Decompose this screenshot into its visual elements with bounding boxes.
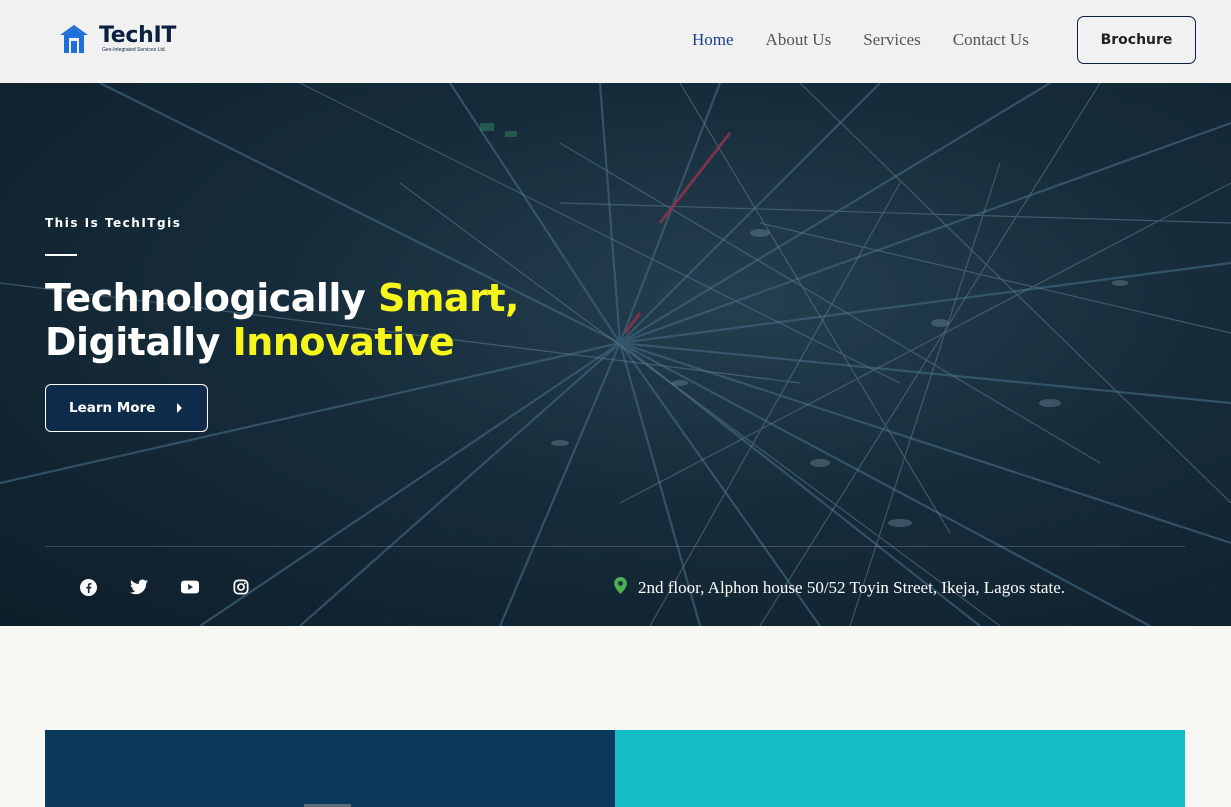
address-text: 2nd floor, Alphon house 50/52 Toyin Stre… bbox=[638, 578, 1066, 597]
main-nav: Home About Us Services Contact Us bbox=[692, 29, 1061, 51]
facebook-icon[interactable] bbox=[79, 578, 97, 596]
youtube-icon[interactable] bbox=[181, 578, 199, 596]
nav-home[interactable]: Home bbox=[692, 29, 734, 51]
nav-services[interactable]: Services bbox=[863, 29, 921, 51]
learn-more-button[interactable]: Learn More bbox=[45, 384, 208, 432]
social-links bbox=[79, 578, 283, 596]
headline-highlight: Smart, bbox=[377, 276, 519, 320]
eyebrow-divider bbox=[45, 254, 77, 256]
caret-right-icon bbox=[177, 403, 183, 413]
nav-about-us[interactable]: About Us bbox=[766, 29, 832, 51]
logo-name: TechIT bbox=[99, 23, 177, 48]
headline-highlight: Innovative bbox=[232, 320, 455, 364]
logo-text: TechIT Geo-Integrated Services Ltd. bbox=[99, 25, 176, 53]
learn-more-label: Learn More bbox=[69, 400, 156, 416]
logo[interactable]: TechIT Geo-Integrated Services Ltd. bbox=[58, 23, 176, 55]
twitter-icon[interactable] bbox=[130, 578, 148, 596]
feature-panel-right bbox=[615, 730, 1185, 807]
address: 2nd floor, Alphon house 50/52 Toyin Stre… bbox=[614, 577, 1065, 599]
hero-headline: Technologically Smart, Digitally Innovat… bbox=[45, 276, 519, 364]
headline-part: Technologically bbox=[45, 276, 378, 320]
nav-contact-us[interactable]: Contact Us bbox=[953, 29, 1029, 51]
instagram-icon[interactable] bbox=[232, 578, 250, 596]
map-pin-icon bbox=[614, 577, 627, 599]
house-icon bbox=[58, 23, 90, 55]
hero-divider bbox=[45, 546, 1185, 547]
hero-eyebrow: This Is TechITgis bbox=[45, 216, 182, 230]
logo-tagline: Geo-Integrated Services Ltd. bbox=[102, 47, 166, 53]
site-header: TechIT Geo-Integrated Services Ltd. Home… bbox=[0, 0, 1231, 83]
hero-section: This Is TechITgis Technologically Smart,… bbox=[0, 83, 1231, 626]
headline-part: Digitally bbox=[45, 320, 233, 364]
feature-panel-left bbox=[45, 730, 615, 807]
brochure-button[interactable]: Brochure bbox=[1077, 16, 1196, 64]
